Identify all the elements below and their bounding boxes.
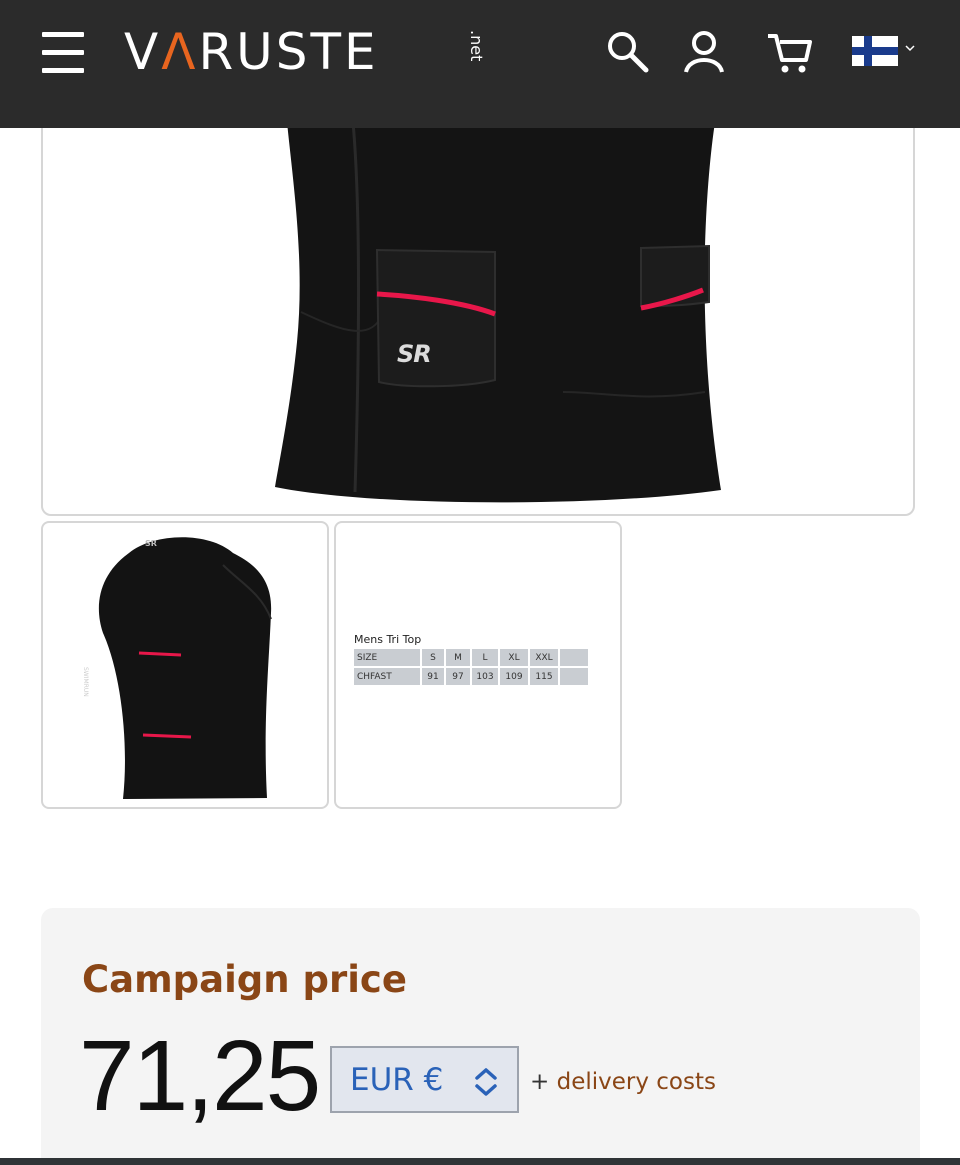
main-product-image[interactable]: SR xyxy=(41,60,915,516)
search-icon[interactable] xyxy=(602,28,652,78)
logo-text: VΛRUSTE xyxy=(124,23,379,81)
size-value-cell: 103 xyxy=(472,668,498,685)
user-icon[interactable] xyxy=(679,28,729,78)
thumbnail-shirt[interactable]: SR SWIMRUN xyxy=(41,521,329,809)
currency-select[interactable]: EUR € xyxy=(330,1046,519,1113)
size-chart: Mens Tri Top SIZE S M L XL XXL CHFAST 91… xyxy=(354,633,604,687)
logo-suffix: .net xyxy=(467,30,486,62)
size-value-cell: 91 xyxy=(422,668,444,685)
size-header-cell: M xyxy=(446,649,470,666)
size-header-cell: XL xyxy=(500,649,528,666)
delivery-costs-link[interactable]: delivery costs xyxy=(557,1069,716,1095)
campaign-price-label: Campaign price xyxy=(82,958,407,1001)
size-header-cell: S xyxy=(422,649,444,666)
size-chart-title: Mens Tri Top xyxy=(354,633,422,646)
size-value-cell: 97 xyxy=(446,668,470,685)
cart-icon[interactable] xyxy=(766,28,816,78)
size-header-row: SIZE S M L XL XXL xyxy=(354,649,604,666)
sr-logo-badge: SR xyxy=(397,340,432,368)
thumbnail-size-chart[interactable]: Mens Tri Top SIZE S M L XL XXL CHFAST 91… xyxy=(334,521,622,809)
sr-logo-small: SR xyxy=(145,539,157,548)
size-value-cell xyxy=(560,668,588,685)
chevron-updown-icon xyxy=(475,1068,497,1096)
delivery-costs: + delivery costs xyxy=(530,1069,716,1095)
size-value-cell: CHFAST xyxy=(354,668,420,685)
shirt-back-image xyxy=(275,121,721,503)
size-value-cell: 115 xyxy=(530,668,558,685)
price-panel: Campaign price 71,25 EUR € + delivery co… xyxy=(41,908,920,1165)
finland-flag-icon[interactable] xyxy=(850,28,922,78)
size-header-cell: SIZE xyxy=(354,649,420,666)
shirt-thumbnail-image xyxy=(98,537,272,799)
bottom-bar xyxy=(0,1158,960,1165)
size-value-cell: 109 xyxy=(500,668,528,685)
site-logo[interactable]: VΛRUSTE .net xyxy=(124,22,486,82)
menu-icon[interactable] xyxy=(40,30,86,76)
price-amount: 71,25 xyxy=(79,1020,321,1132)
size-header-cell xyxy=(560,649,588,666)
size-value-row: CHFAST 91 97 103 109 115 xyxy=(354,668,604,685)
size-header-cell: XXL xyxy=(530,649,558,666)
swimrun-side-text: SWIMRUN xyxy=(82,667,89,697)
site-header: VΛRUSTE .net xyxy=(0,0,960,128)
size-header-cell: L xyxy=(472,649,498,666)
currency-value: EUR € xyxy=(350,1061,444,1098)
delivery-prefix: + xyxy=(530,1069,550,1095)
product-page: SR SR SWIMRUN Mens Tri Top SIZE S M L XL… xyxy=(0,0,960,1165)
